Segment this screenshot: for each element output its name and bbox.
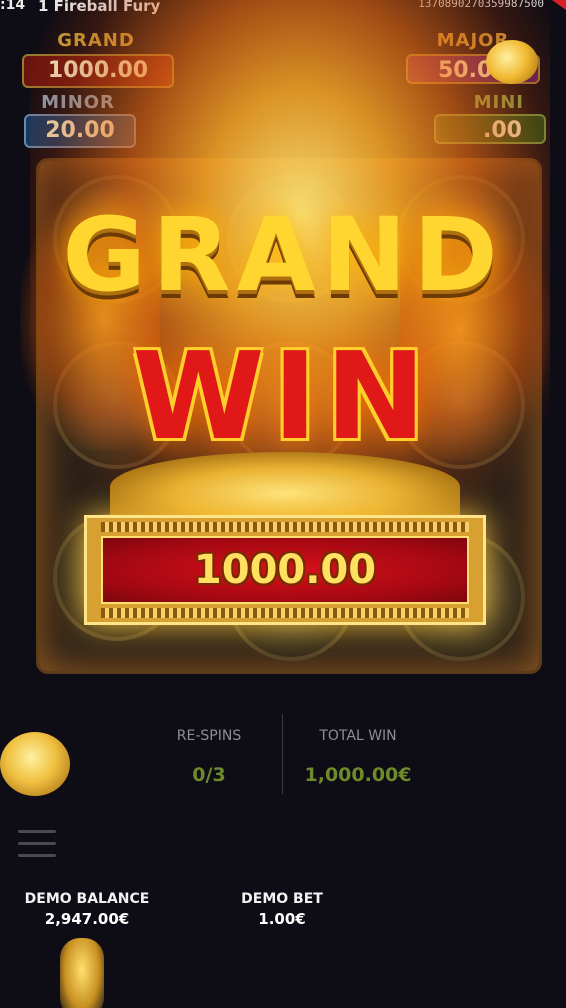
jackpot-mini: MINI .00 (434, 92, 546, 144)
corner-flag-icon (552, 0, 566, 10)
menu-icon[interactable] (18, 830, 56, 858)
jackpot-minor: MINOR 20.00 (24, 92, 136, 148)
win-amount-banner: 1000.00 (84, 515, 486, 625)
round-id: 13708902703599875​00 (418, 0, 544, 10)
banner-border-bottom (101, 608, 469, 618)
banner-inner: 1000.00 (101, 536, 469, 604)
demo-bet-label: DEMO BET (241, 891, 323, 907)
jackpot-major: MAJOR 50.0 (406, 30, 540, 86)
grand-win-subtitle: WIN (132, 328, 434, 467)
jackpot-major-value: 50.0 (406, 54, 540, 84)
game-title: 1 Fireball Fury (38, 0, 161, 15)
stats-divider (282, 714, 283, 794)
banner-border-top (101, 522, 469, 532)
jackpot-minor-value: 20.00 (24, 114, 136, 148)
jackpot-grand-value: 1000.00 (22, 54, 174, 88)
total-win-value: 1,000.00€ (304, 764, 412, 786)
coin-icon (0, 732, 70, 796)
total-win-label: TOTAL WIN (319, 728, 397, 744)
demo-balance-label: DEMO BALANCE (24, 891, 150, 907)
respins-label: RE-SPINS (176, 728, 242, 744)
jackpot-mini-value: .00 (434, 114, 546, 144)
jackpot-grand: GRAND 1000.00 (22, 30, 174, 88)
respins-value: 0/3 (192, 764, 226, 786)
game-screen: :14 1 Fireball Fury 13708902703599875​00… (0, 0, 566, 1008)
jackpot-major-label: MAJOR (436, 30, 510, 51)
jackpot-grand-label: GRAND (57, 30, 135, 51)
win-amount: 1000.00 (193, 547, 377, 593)
clock: :14 (0, 0, 26, 13)
jackpot-minor-label: MINOR (41, 92, 115, 113)
spin-button[interactable] (60, 938, 104, 1008)
demo-balance-value: 2,947.00€ (44, 910, 130, 928)
grand-win-title: GRAND (62, 196, 504, 315)
jackpot-mini-label: MINI (473, 92, 524, 113)
status-bar: :14 1 Fireball Fury 13708902703599875​00 (0, 0, 566, 18)
demo-bet-value: 1.00€ (258, 910, 306, 928)
